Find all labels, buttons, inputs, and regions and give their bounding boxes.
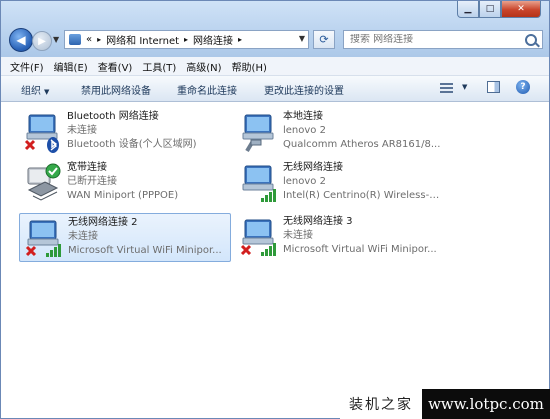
connection-text: 本地连接 lenovo 2 Qualcomm Atheros AR8161/8.…: [283, 110, 445, 152]
connection-name: 宽带连接: [67, 162, 107, 173]
ethernet-adapter-icon: [242, 114, 274, 153]
close-button[interactable]: ✕: [501, 1, 541, 18]
connection-status: 未连接: [67, 125, 97, 136]
connection-local-area[interactable]: 本地连接 lenovo 2 Qualcomm Atheros AR8161/8.…: [235, 108, 447, 157]
signal-bars-icon: [261, 189, 276, 202]
rename-connection-label: 重命名此连接: [177, 86, 237, 97]
signal-bars-icon: [261, 243, 276, 256]
connection-status: 未连接: [68, 231, 98, 242]
command-bar: 组织 ▼ 禁用此网络设备 重命名此连接 更改此连接的设置 ▼ ?: [1, 76, 549, 102]
site-watermark: 装机之家 www.lotpc.com: [340, 389, 550, 419]
connection-name: Bluetooth 网络连接: [67, 111, 159, 122]
search-icon[interactable]: [525, 34, 537, 46]
search-box[interactable]: [343, 30, 543, 49]
breadcrumb-separator[interactable]: ▸: [97, 35, 101, 44]
connection-wireless[interactable]: 无线网络连接 lenovo 2 Intel(R) Centrino(R) Wir…: [235, 159, 447, 208]
menu-bar: 文件(F) 编辑(E) 查看(V) 工具(T) 高级(N) 帮助(H): [1, 57, 549, 76]
back-arrow-icon: ◀: [16, 33, 26, 47]
connection-bluetooth[interactable]: Bluetooth 网络连接 未连接 Bluetooth 设备(个人区域网): [19, 108, 231, 157]
address-bar[interactable]: « ▸ 网络和 Internet ▸ 网络连接 ▸ ▼: [64, 30, 309, 49]
navigation-row: ◀ ▶ ▼ « ▸ 网络和 Internet ▸ 网络连接 ▸ ▼ ⟳: [7, 28, 547, 52]
connection-status: lenovo 2: [283, 125, 326, 136]
watermark-brand: 装机之家: [340, 389, 422, 419]
minimize-button[interactable]: ▁: [457, 1, 479, 18]
signal-bars-icon: [46, 244, 61, 257]
breadcrumb-separator[interactable]: ▸: [184, 35, 188, 44]
menu-view[interactable]: 查看(V): [98, 59, 133, 74]
connection-text: 无线网络连接 lenovo 2 Intel(R) Centrino(R) Wir…: [283, 161, 445, 203]
network-folder-icon: [69, 34, 81, 45]
change-settings-button[interactable]: 更改此连接的设置: [264, 82, 344, 97]
change-settings-label: 更改此连接的设置: [264, 86, 344, 97]
menu-file[interactable]: 文件(F): [10, 59, 44, 74]
network-connections-window: ▁ □ ✕ ◀ ▶ ▼ « ▸ 网络和 Internet ▸ 网络连接 ▸ ▼ …: [0, 0, 550, 419]
organize-label: 组织: [21, 86, 41, 97]
connection-name: 无线网络连接 2: [68, 217, 138, 228]
disconnected-x-icon: [25, 245, 37, 257]
breadcrumb-network-internet[interactable]: 网络和 Internet: [106, 32, 179, 47]
refresh-button[interactable]: ⟳: [313, 30, 335, 49]
bluetooth-adapter-icon: [24, 114, 59, 153]
connection-status: 未连接: [283, 230, 313, 241]
forward-button[interactable]: ▶: [32, 31, 52, 51]
connection-device: WAN Miniport (PPPOE): [67, 190, 179, 201]
disable-device-label: 禁用此网络设备: [81, 86, 151, 97]
connection-text: 无线网络连接 3 未连接 Microsoft Virtual WiFi Mini…: [283, 215, 445, 257]
wireless-adapter-icon: [25, 220, 61, 257]
connection-text: Bluetooth 网络连接 未连接 Bluetooth 设备(个人区域网): [67, 110, 229, 152]
chevron-down-icon: ▼: [44, 88, 50, 96]
maximize-icon: □: [485, 4, 495, 14]
broadband-modem-icon: [27, 163, 61, 201]
view-dropdown-icon[interactable]: ▼: [462, 83, 467, 91]
connection-text: 无线网络连接 2 未连接 Microsoft Virtual WiFi Mini…: [68, 216, 228, 258]
connection-device: Microsoft Virtual WiFi Minipor...: [68, 245, 222, 256]
connection-name: 无线网络连接: [283, 162, 343, 173]
title-bar: ▁ □ ✕ ◀ ▶ ▼ « ▸ 网络和 Internet ▸ 网络连接 ▸ ▼ …: [1, 1, 549, 57]
address-dropdown-icon[interactable]: ▼: [299, 34, 305, 43]
cable-icon: [245, 139, 262, 153]
connection-wireless-2[interactable]: 无线网络连接 2 未连接 Microsoft Virtual WiFi Mini…: [19, 213, 231, 262]
change-view-button[interactable]: [438, 80, 456, 96]
help-button[interactable]: ?: [516, 80, 530, 94]
organize-button[interactable]: 组织 ▼: [21, 82, 49, 97]
connection-name: 本地连接: [283, 111, 323, 122]
rename-connection-button[interactable]: 重命名此连接: [177, 82, 237, 97]
wireless-adapter-icon: [240, 219, 276, 256]
maximize-button[interactable]: □: [479, 1, 501, 18]
help-icon: ?: [520, 82, 526, 92]
disconnected-x-icon: [240, 244, 252, 256]
forward-arrow-icon: ▶: [38, 35, 46, 47]
recent-pages-dropdown[interactable]: ▼: [53, 35, 59, 44]
breadcrumb-separator[interactable]: ▸: [238, 35, 242, 44]
connection-broadband[interactable]: 宽带连接 已断开连接 WAN Miniport (PPPOE): [19, 159, 231, 208]
connection-status: lenovo 2: [283, 176, 326, 187]
menu-edit[interactable]: 编辑(E): [54, 59, 88, 74]
close-icon: ✕: [517, 4, 525, 14]
connections-list: Bluetooth 网络连接 未连接 Bluetooth 设备(个人区域网) 本…: [1, 102, 549, 418]
breadcrumb-prefix[interactable]: «: [86, 34, 92, 45]
breadcrumb-network-connections[interactable]: 网络连接: [193, 32, 233, 47]
disconnected-x-icon: [24, 139, 36, 151]
preview-pane-button[interactable]: [487, 81, 500, 93]
minimize-icon: ▁: [464, 4, 472, 14]
connection-device: Microsoft Virtual WiFi Minipor...: [283, 244, 437, 255]
connection-device: Bluetooth 设备(个人区域网): [67, 139, 197, 150]
search-input[interactable]: [350, 34, 520, 45]
menu-help[interactable]: 帮助(H): [232, 59, 267, 74]
connection-name: 无线网络连接 3: [283, 216, 353, 227]
back-button[interactable]: ◀: [9, 28, 33, 52]
check-icon: [45, 163, 61, 179]
connection-wireless-3[interactable]: 无线网络连接 3 未连接 Microsoft Virtual WiFi Mini…: [235, 213, 447, 262]
refresh-icon: ⟳: [319, 33, 329, 46]
connection-text: 宽带连接 已断开连接 WAN Miniport (PPPOE): [67, 161, 229, 203]
caption-buttons: ▁ □ ✕: [457, 1, 541, 18]
wireless-adapter-icon: [242, 165, 276, 202]
disable-device-button[interactable]: 禁用此网络设备: [81, 82, 151, 97]
menu-tools[interactable]: 工具(T): [142, 59, 176, 74]
connection-device: Qualcomm Atheros AR8161/8...: [283, 139, 441, 150]
menu-advanced[interactable]: 高级(N): [186, 59, 221, 74]
connection-status: 已断开连接: [67, 176, 117, 187]
watermark-url: www.lotpc.com: [422, 389, 550, 419]
connection-device: Intel(R) Centrino(R) Wireless-N...: [283, 190, 445, 201]
